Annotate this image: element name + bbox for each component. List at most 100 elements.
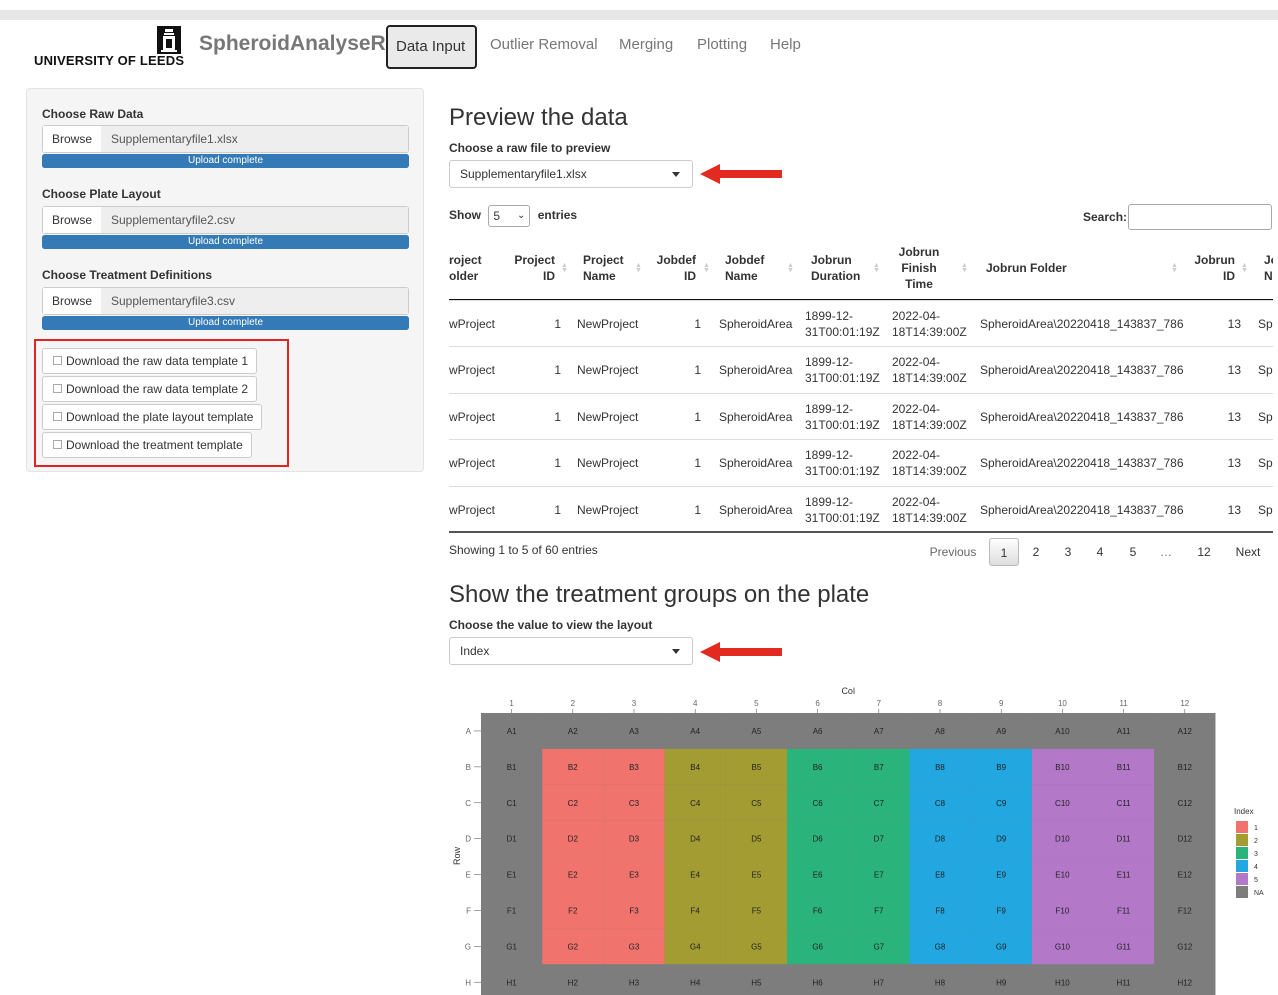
plate-layout-heatmap: A1 A2 A3 A4 A5 A6 A7 A8 A9 A10 A11 A12B1 B2 B3 B4 B5 B6 B… [452,686,1264,995]
well-label: D3 [629,835,640,844]
table-cell: Sp [1258,394,1273,440]
header-line: ID [543,269,555,283]
x-tick-label: 2 [571,699,576,708]
tab-plotting[interactable]: Plotting [697,25,747,69]
well-label: C10 [1055,799,1070,808]
download-plate-layout-template-button[interactable]: Download the plate layout template [42,404,263,430]
well-label: C3 [629,799,640,808]
legend-title: Index [1234,807,1254,816]
pager-page[interactable]: 12 [1192,538,1216,566]
cell-line: 18T14:39:00Z [892,417,967,432]
column-header-jobdef-id[interactable]: Jobdef ID [653,236,696,300]
table-cell: SpheroidArea [719,440,794,486]
cell-line: 1899-12- [805,355,854,370]
column-header-jobrun-finish-time[interactable]: Jobrun Finish Time [897,236,941,300]
browse-button[interactable]: Browse [43,207,102,233]
well-label: F10 [1056,906,1070,915]
cell-text: SpheroidArea\20220418_143837_786 [980,409,1184,424]
cell-line: 2022-04- [892,401,941,416]
well-label: H1 [506,978,517,987]
well-label: G6 [812,942,823,951]
cell-text: 13 [1227,317,1241,331]
pager-page[interactable]: 5 [1123,538,1143,566]
x-tick-label: 5 [754,699,759,708]
browse-button[interactable]: Browse [43,126,102,152]
cell-text: 1 [554,363,561,378]
well-label: A8 [935,727,945,736]
table-cell: 2022-04- 18T14:39:00Z [892,440,972,486]
table-bottom-border [449,531,1273,533]
column-header-project-id[interactable]: Project ID [513,236,555,300]
cell-line: 31T00:01:19Z [805,464,880,479]
column-header-project-name[interactable]: Project Name [583,236,643,300]
column-header-jobrun-id[interactable]: Jobrun ID [1191,236,1235,300]
table-cell: SpheroidArea\20220418_143837_786 [980,440,1184,486]
tab-label: Data Input [396,38,466,55]
well-label: D4 [690,835,701,844]
legend-label: NA [1254,890,1264,897]
preview-file-select[interactable]: Supplementaryfile1.xlsx [449,160,693,188]
well-label: E7 [874,871,884,880]
well-label: E2 [568,871,578,880]
treatment-file-input[interactable]: Browse Supplementaryfile3.csv [42,287,409,315]
table-cell: 13 [1191,394,1241,440]
raw-data-label: Choose Raw Data [42,107,144,121]
cell-text: wProject [449,363,496,378]
download-raw-template-1-button[interactable]: Download the raw data template 1 [42,348,258,374]
well-label: C8 [935,799,946,808]
well-label: A5 [752,727,762,736]
pager-page[interactable]: 2 [1026,538,1046,566]
file-name: Supplementaryfile3.csv [101,288,408,314]
column-header-jobrun-duration[interactable]: Jobrun Duration [811,236,873,300]
tab-merging[interactable]: Merging [619,25,673,69]
tab-help[interactable]: Help [770,25,801,69]
table-cell: 13 [1191,347,1241,393]
search-input[interactable] [1128,204,1272,230]
app-title: SpheroidAnalyseR [199,32,386,55]
table-row: wProject 1 NewProject 1 SpheroidArea 1899-12-… [449,485,1273,532]
cell-text: Sp [1258,502,1273,517]
well-label: F12 [1178,906,1192,915]
well-label: H3 [629,978,640,987]
pager-page[interactable]: 4 [1090,538,1110,566]
table-cell: SpheroidArea [719,347,794,393]
table-cell: Sp [1258,440,1273,486]
well-label: B6 [813,763,823,772]
pager-next[interactable]: Next [1233,538,1263,566]
well-label: E1 [507,871,517,880]
header-line: Jo [1264,253,1273,267]
chevron-down-icon [672,649,680,654]
pager-page[interactable]: 3 [1058,538,1078,566]
sort-icon: ▲ ▼ [787,262,794,274]
plate-layout-file-input[interactable]: Browse Supplementaryfile2.csv [42,206,409,234]
table-cell: 1 [513,301,561,347]
well-label: H10 [1055,978,1070,987]
column-header-jobrun-name[interactable]: Jo N [1264,236,1273,300]
cell-line: 18T14:39:00Z [892,510,967,525]
layout-value-select[interactable]: Index [449,637,693,665]
browse-button[interactable]: Browse [43,288,102,314]
y-tick-label: H [465,978,471,987]
cell-text: Sp [1258,409,1273,424]
pager-page[interactable]: 1 [989,538,1019,566]
legend-swatch [1236,860,1248,872]
layout-title: Show the treatment groups on the plate [449,581,870,608]
well-label: A4 [690,727,700,736]
tab-outlier-removal[interactable]: Outlier Removal [490,25,598,69]
pager-previous[interactable]: Previous [928,538,978,566]
well-label: C5 [751,799,762,808]
x-tick-label: 4 [693,699,698,708]
entries-select[interactable]: 5 ⌄ [488,205,531,227]
cell-text: 1 [694,317,701,331]
well-label: D9 [996,835,1007,844]
column-header-jobdef-name[interactable]: Jobdef Name [725,236,785,300]
well-label: G9 [996,942,1007,951]
raw-data-file-input[interactable]: Browse Supplementaryfile1.xlsx [42,125,409,153]
download-treatment-template-button[interactable]: Download the treatment template [42,432,252,458]
file-name: Supplementaryfile2.csv [101,207,408,233]
tab-data-input[interactable]: Data Input [386,25,477,69]
upload-progress-bar: Upload complete [42,235,409,249]
column-header-jobrun-folder[interactable]: Jobrun Folder [986,236,1106,300]
column-header-project-folder[interactable]: roject older [449,236,509,300]
download-raw-template-2-button[interactable]: Download the raw data template 2 [42,376,258,402]
